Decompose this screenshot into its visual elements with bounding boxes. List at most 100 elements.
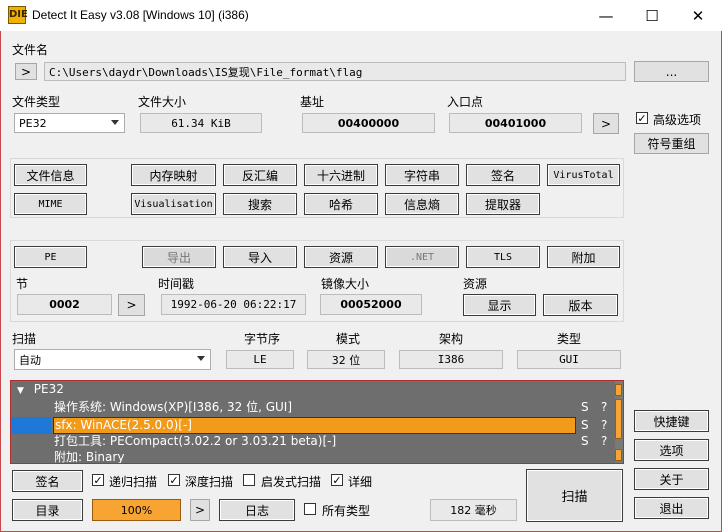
scroll-up-button[interactable] [615,384,622,396]
memory-map-button[interactable]: 内存映射 [131,164,216,186]
disassembly-button[interactable]: 反汇编 [223,164,297,186]
result-text: sfx: WinACE(2.5.0.0)[-] [55,418,192,432]
section-count-field: 0002 [17,294,112,315]
strings-button[interactable]: 字符串 [385,164,459,186]
scroll-down-button[interactable] [615,449,622,461]
result-row[interactable]: 操作系统: Windows(XP)[I386, 32 位, GUI] S ? [54,399,619,416]
scan-button[interactable]: 扫描 [526,469,623,522]
resources-version-button[interactable]: 版本 [543,294,618,316]
chevron-down-icon [197,356,205,361]
selection-marker [11,417,51,434]
file-info-button[interactable]: 文件信息 [14,164,87,186]
result-row[interactable]: 打包工具: PECompact(3.02.2 or 3.03.21 beta)[… [54,433,619,450]
file-path-field[interactable]: C:\Users\daydr\Downloads\IS复现\File_forma… [44,62,626,81]
entry-point-button[interactable]: > [593,113,619,134]
visualisation-button[interactable]: Visualisation [131,193,216,215]
base-address-label: 基址 [300,95,325,109]
recursive-label: 递归扫描 [109,475,158,489]
bits-field: 32 位 [307,350,385,369]
file-type-select[interactable]: PE32 [14,113,125,133]
scan-mode-select[interactable]: 自动 [14,349,211,370]
section-button[interactable]: > [118,294,145,316]
section-label: 节 [16,277,29,291]
log-button[interactable]: 日志 [219,499,295,521]
result-text: 操作系统: Windows(XP)[I386, 32 位, GUI] [54,400,293,414]
close-icon[interactable]: ✕ [675,0,721,31]
pe-button[interactable]: PE [14,246,87,268]
arch-label: 架构 [439,332,464,346]
results-tree[interactable]: ▼ PE32 操作系统: Windows(XP)[I386, 32 位, GUI… [10,380,624,464]
entry-point-field[interactable]: 00401000 [449,113,582,133]
result-text: 附加: Binary [54,450,125,464]
verbose-label: 详细 [348,475,373,489]
extractor-button[interactable]: 提取器 [466,193,540,215]
result-info-flag[interactable]: ? [601,433,607,450]
sign-button[interactable]: 签名 [12,470,83,492]
scan-time-field: 182 毫秒 [430,499,517,521]
search-button[interactable]: 搜索 [223,193,297,215]
result-s-flag[interactable]: S [581,433,589,450]
scrollbar[interactable] [615,381,623,463]
result-s-flag[interactable]: S [581,399,589,416]
resources-button[interactable]: 资源 [304,246,378,268]
file-type-label: 文件类型 [12,95,61,109]
exit-button[interactable]: 退出 [634,497,709,519]
recursive-checkbox[interactable]: ✓ [92,474,104,486]
timestamp-field: 1992-06-20 06:22:17 [161,294,306,315]
mime-button[interactable]: MIME [14,193,87,215]
result-info-flag[interactable]: ? [601,399,607,416]
virustotal-button[interactable]: VirusTotal [547,164,620,186]
minimize-icon[interactable]: — [583,0,629,31]
image-size-label: 镜像大小 [321,277,370,291]
result-row-selected[interactable]: sfx: WinACE(2.5.0.0)[-] [53,417,576,434]
imports-button[interactable]: 导入 [223,246,297,268]
signature-button[interactable]: 签名 [466,164,540,186]
arch-field: I386 [399,350,503,369]
about-button[interactable]: 关于 [634,468,709,490]
dotnet-button[interactable]: .NET [385,246,459,268]
base-address-field[interactable]: 00400000 [302,113,435,133]
image-size-field: 00052000 [320,294,422,315]
scroll-thumb[interactable] [615,399,622,439]
heuristic-checkbox[interactable] [243,474,255,486]
options-button[interactable]: 选项 [634,439,709,461]
result-text: 打包工具: PECompact(3.02.2 or 3.03.21 beta)[… [54,434,337,448]
advanced-options-label: 高级选项 [653,113,702,127]
directory-button[interactable]: 目录 [12,499,83,521]
heuristic-label: 启发式扫描 [261,475,322,489]
result-info-flag[interactable]: ? [601,417,607,434]
hex-button[interactable]: 十六进制 [304,164,378,186]
file-size-label: 文件大小 [138,95,187,109]
browse-button[interactable]: ... [634,61,709,82]
window-title: Detect It Easy v3.08 [Windows 10] (i386) [32,8,249,22]
maximize-icon[interactable]: ☐ [629,0,675,31]
symbol-rebuild-button[interactable]: 符号重组 [634,133,709,154]
shortcuts-button[interactable]: 快捷键 [634,410,709,432]
resources-show-button[interactable]: 显示 [463,294,536,316]
expand-triangle-icon: ▼ [17,386,24,396]
more-button[interactable]: > [190,499,210,521]
entropy-button[interactable]: 信息熵 [385,193,459,215]
exports-button[interactable]: 导出 [142,246,216,268]
tls-button[interactable]: TLS [466,246,540,268]
resources-label: 资源 [463,277,488,291]
verbose-checkbox[interactable]: ✓ [331,474,343,486]
scan-mode-value: 自动 [19,353,41,367]
scan-label: 扫描 [12,332,37,346]
tree-root[interactable]: ▼ PE32 [17,381,64,398]
path-expand-button[interactable]: > [15,63,37,80]
timestamp-label: 时间戳 [158,277,195,291]
result-row[interactable]: 附加: Binary [54,449,125,464]
deep-scan-checkbox[interactable]: ✓ [168,474,180,486]
entry-point-label: 入口点 [447,95,484,109]
tree-root-label: PE32 [33,382,64,396]
endianness-field: LE [226,350,294,369]
result-s-flag[interactable]: S [581,417,589,434]
overlay-button[interactable]: 附加 [547,246,620,268]
scan-progress-bar: 100% [92,499,181,521]
all-types-checkbox[interactable] [304,503,316,515]
all-types-label: 所有类型 [322,504,371,518]
hash-button[interactable]: 哈希 [304,193,378,215]
advanced-checkbox[interactable]: ✓ [636,112,648,124]
file-type-value: PE32 [19,116,47,130]
